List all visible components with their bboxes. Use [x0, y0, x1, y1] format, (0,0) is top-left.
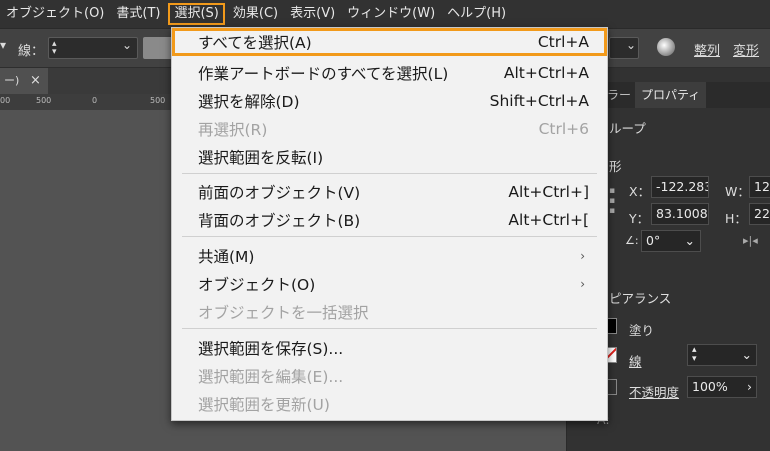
chevron-down-icon[interactable]: ▾ — [0, 38, 6, 52]
menu-select[interactable]: 選択(S) — [168, 3, 225, 25]
recolor-icon[interactable] — [657, 38, 675, 56]
menu-item-object[interactable]: オブジェクト(O) › — [172, 270, 607, 298]
menu-item-save-selection[interactable]: 選択範囲を保存(S)... — [172, 334, 607, 362]
menu-item-shortcut: Shift+Ctrl+A — [489, 92, 589, 110]
menu-item-next-object-above[interactable]: 前面のオブジェクト(V) Alt+Ctrl+] — [172, 178, 607, 206]
align-link[interactable]: 整列 — [694, 40, 720, 59]
submenu-arrow-icon: › — [580, 277, 585, 291]
angle-icon: ∠: — [625, 234, 639, 247]
x-input[interactable]: -122.283 — [651, 176, 709, 198]
ruler-tick-label: 0 — [92, 96, 98, 105]
menu-help[interactable]: ヘルプ(H) — [441, 3, 512, 25]
menu-item-label: すべてを選択(A) — [198, 34, 312, 52]
stepper-icon[interactable]: ▴ ▾ — [692, 346, 697, 364]
h-input[interactable]: 22 — [749, 203, 770, 225]
menu-item-same[interactable]: 共通(M) › — [172, 242, 607, 270]
menu-item-shortcut: Alt+Ctrl+A — [503, 64, 589, 82]
menu-object[interactable]: オブジェクト(O) — [0, 3, 110, 25]
ruler-tick-label: 500 — [36, 96, 52, 105]
stroke-label[interactable]: 線 — [629, 351, 642, 370]
transform-link[interactable]: 変形 — [733, 40, 759, 59]
w-label: W： — [725, 184, 750, 199]
transform-header: 形 — [609, 159, 622, 174]
menu-window[interactable]: ウィンドウ(W) — [341, 3, 441, 25]
opacity-label[interactable]: 不透明度 — [629, 382, 679, 401]
menu-type[interactable]: 書式(T) — [110, 3, 166, 25]
submenu-arrow-icon: › — [580, 249, 585, 263]
menu-item-deselect[interactable]: 選択を解除(D) Shift+Ctrl+A — [172, 87, 607, 115]
menu-item-label: 選択範囲を反転(I) — [198, 149, 324, 167]
menu-item-shortcut: Alt+Ctrl+[ — [508, 211, 589, 229]
stroke-weight-field[interactable]: ▴ ▾ ⌄ — [687, 344, 757, 366]
menu-item-label: 選択範囲を編集(E)... — [198, 368, 344, 386]
menu-item-select-all[interactable]: すべてを選択(A) Ctrl+A — [172, 28, 607, 56]
menu-item-label: 共通(M) — [198, 248, 255, 266]
chevron-down-icon[interactable]: ⌄ — [742, 345, 752, 365]
select-menu-dropdown: すべてを選択(A) Ctrl+A 作業アートボードのすべてを選択(L) Alt+… — [171, 27, 608, 421]
style-swatch[interactable] — [143, 37, 173, 59]
menu-item-label: 再選択(R) — [198, 121, 268, 139]
menu-item-select-all-artboard[interactable]: 作業アートボードのすべてを選択(L) Alt+Ctrl+A — [172, 59, 607, 87]
menu-item-label: 選択範囲を更新(U) — [198, 396, 330, 414]
menu-item-shortcut: Alt+Ctrl+] — [508, 183, 589, 201]
horizontal-ruler: 00 500 0 500 — [0, 94, 175, 111]
opacity-value: 100% — [692, 379, 728, 394]
x-label: X： — [629, 184, 651, 199]
menu-item-edit-selection: 選択範囲を編集(E)... — [172, 362, 607, 390]
menu-item-shortcut: Ctrl+A — [537, 33, 589, 51]
w-input[interactable]: 12 — [749, 176, 770, 198]
reference-point-icon[interactable]: ▪ ▪ ▪ — [609, 186, 619, 216]
flip-horizontal-icon[interactable]: ▸|◂ — [743, 234, 758, 247]
menu-item-inverse[interactable]: 選択範囲を反転(I) — [172, 143, 607, 171]
appearance-header: ピアランス — [609, 291, 672, 306]
menu-item-label: 背面のオブジェクト(B) — [198, 212, 361, 230]
menu-item-label: 選択を解除(D) — [198, 93, 300, 111]
menu-effect[interactable]: 効果(C) — [227, 3, 284, 25]
close-icon[interactable]: × — [30, 73, 41, 88]
menu-item-reselect: 再選択(R) Ctrl+6 — [172, 115, 607, 143]
ruler-tick-label: 500 — [150, 96, 166, 105]
chevron-down-icon[interactable]: ⌄ — [626, 38, 636, 52]
opacity-input[interactable]: 100% › — [687, 376, 757, 398]
menu-separator — [182, 236, 597, 237]
chevron-down-icon[interactable]: ⌄ — [122, 38, 132, 52]
menu-separator — [182, 328, 597, 329]
tab-properties[interactable]: プロパティ — [635, 82, 707, 108]
selection-type-label: ループ — [609, 121, 646, 136]
menu-item-shortcut: Ctrl+6 — [538, 120, 589, 138]
chevron-down-icon[interactable]: ⌄ — [685, 231, 695, 251]
menu-item-label: オブジェクト(O) — [198, 276, 316, 294]
document-tab-label: ー) — [4, 74, 20, 87]
menu-item-update-selection: 選択範囲を更新(U) — [172, 390, 607, 418]
ruler-tick-label: 00 — [0, 96, 11, 105]
stroke-label: 線： — [18, 44, 45, 59]
h-label: H： — [725, 211, 747, 226]
chevron-right-icon[interactable]: › — [747, 377, 752, 397]
menu-item-bulk-select: オブジェクトを一括選択 — [172, 298, 607, 326]
y-input[interactable]: 83.1008 — [651, 203, 709, 225]
fill-label: 塗り — [629, 323, 655, 338]
menu-view[interactable]: 表示(V) — [284, 3, 341, 25]
menu-separator — [182, 173, 597, 174]
menu-item-next-object-below[interactable]: 背面のオブジェクト(B) Alt+Ctrl+[ — [172, 206, 607, 234]
menu-item-label: オブジェクトを一括選択 — [198, 304, 369, 322]
angle-value: 0° — [646, 233, 661, 248]
y-label: Y： — [629, 211, 650, 226]
stepper-icon[interactable]: ▴ ▾ — [52, 40, 57, 57]
tab-color[interactable]: ラー — [607, 82, 631, 108]
menu-item-label: 選択範囲を保存(S)... — [198, 340, 344, 358]
menu-bar: オブジェクト(O) 書式(T) 選択(S) 効果(C) 表示(V) ウィンドウ(… — [0, 0, 770, 29]
canvas-area[interactable] — [0, 110, 175, 451]
angle-input[interactable]: 0° ⌄ — [641, 230, 701, 252]
menu-item-label: 前面のオブジェクト(V) — [198, 184, 361, 202]
menu-item-label: 作業アートボードのすべてを選択(L) — [198, 65, 449, 83]
document-tab-strip: ー) × — [0, 68, 175, 94]
